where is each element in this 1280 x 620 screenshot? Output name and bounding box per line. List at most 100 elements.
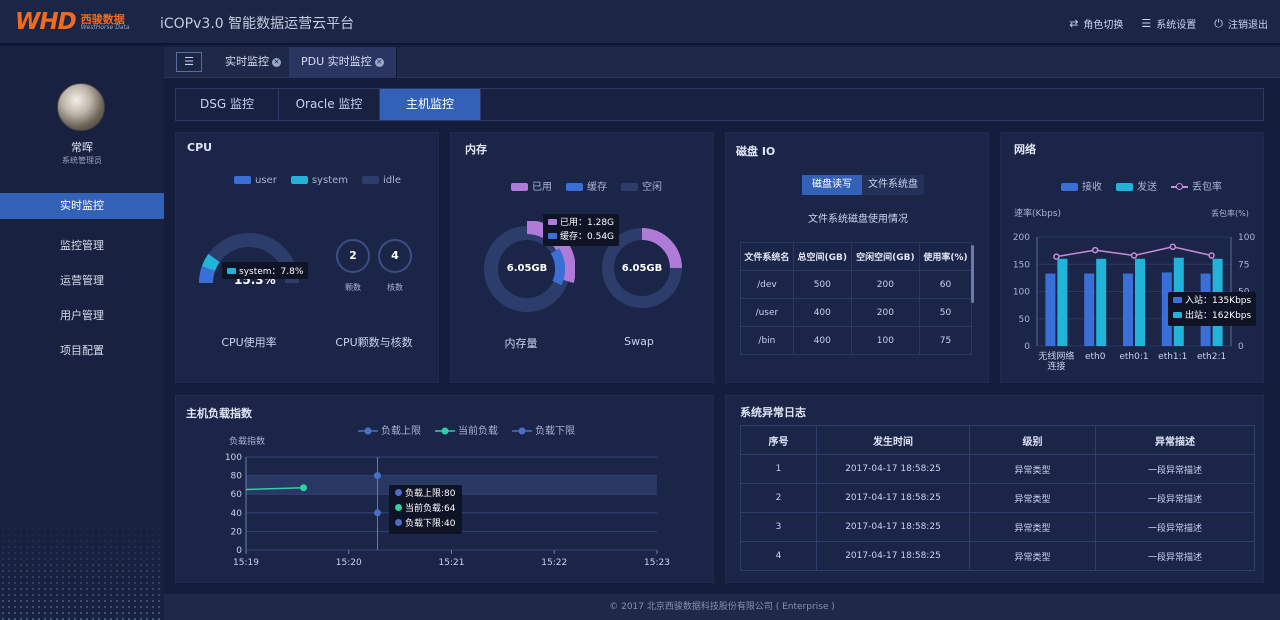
table-row[interactable]: 1 2017-04-17 18:58:25 异常类型 一段异常描述 [740, 454, 1255, 484]
y-tick-label: 0 [1024, 342, 1030, 352]
disk-table-header: 文件系统名 总空间(GB) 空闲空间(GB) 使用率(%) [740, 242, 972, 271]
subtab-dsg[interactable]: DSG 监控 [176, 89, 279, 120]
log-table: 序号 发生时间 级别 异常描述 1 2017-04-17 18:58:25 异常类型… [740, 425, 1255, 571]
logo-cn: 西骏数据 [80, 12, 125, 26]
tab-realtime[interactable]: 实时监控 ✕ [213, 47, 294, 78]
bar-send [1096, 258, 1107, 346]
bar-send [1135, 258, 1145, 346]
disk-tab-filesystem[interactable]: 文件系统盘 [862, 175, 924, 195]
logout-button[interactable]: ⏻ 注销退出 [1214, 16, 1268, 32]
menu-toggle-button[interactable]: ☰ [176, 52, 202, 72]
x-tick-label: 15:19 [233, 558, 259, 568]
disk-title: 磁盘 IO [736, 145, 776, 158]
packet-loss-point [1053, 253, 1060, 260]
y2-tick-label: 100 [1238, 233, 1255, 243]
packet-loss-point [1130, 252, 1138, 259]
y-tick-label: 40 [231, 509, 243, 519]
log-table-header: 序号 发生时间 级别 异常描述 [740, 425, 1255, 455]
sidebar-item-project-config[interactable]: 项目配置 [0, 338, 164, 364]
packet-loss-point [1091, 246, 1099, 254]
logo: WHD 西骏数据 WestHorse Data [15, 9, 130, 35]
table-row[interactable]: /dev 500 200 60 [740, 270, 972, 299]
x-tick-label: eth0:1 [1119, 352, 1148, 362]
y-tick-label: 200 [1013, 233, 1030, 243]
x-tick-label: 15:21 [439, 558, 465, 568]
swap-center-value: 6.05GB [621, 263, 663, 274]
swap-icon: ⇄ [1069, 17, 1079, 30]
settings-icon: ☰ [1141, 17, 1152, 30]
table-row[interactable]: 2 2017-04-17 18:58:25 异常类型 一段异常描述 [740, 483, 1255, 513]
y-tick-label: 100 [225, 453, 242, 463]
memory-center-value: 6.05GB [506, 263, 548, 274]
log-panel: 系统异常日志 序号 发生时间 级别 异常描述 1 2017-04-17 18:58… [725, 395, 1264, 583]
network-ylabel: 速率(Kbps) [1014, 207, 1061, 219]
switch-role-button[interactable]: ⇄ 角色切换 [1069, 16, 1123, 31]
col-total: 总空间(GB) [792, 242, 852, 271]
disk-table-scrollbar[interactable] [971, 245, 974, 303]
network-panel: 网络 接收 发送 丢包率 速率(Kbps) 丢包率(%) 0 50 100 150 200 0… [1000, 132, 1264, 383]
bar-send [1057, 258, 1068, 346]
legend-receive[interactable]: 接收 [1061, 178, 1102, 193]
col-index: 序号 [740, 425, 817, 455]
settings-button[interactable]: ☰ 系统设置 [1141, 16, 1196, 31]
load-tooltip: 负载上限:80 当前负载:64 负载下限:40 [389, 485, 462, 534]
legend-cache[interactable]: 缓存 [566, 178, 607, 193]
legend-used[interactable]: 已用 [511, 178, 552, 193]
y-tick-label: 60 [231, 490, 243, 500]
subtab-oracle[interactable]: Oracle 监控 [279, 89, 380, 120]
x-tick-label: 15:23 [644, 558, 670, 568]
cpu-title: CPU [187, 141, 213, 154]
sidebar-item-monitor-mgmt[interactable]: 监控管理 [0, 233, 164, 259]
memory-legend: 已用 缓存 空闲 [511, 178, 662, 193]
y-tick-label: 100 [1013, 288, 1030, 298]
table-row[interactable]: /bin 400 100 75 [740, 326, 972, 355]
cpu-cores-circle: 4 [378, 239, 412, 273]
bar-receive [1084, 273, 1095, 346]
user-name: 常晖 [71, 141, 93, 154]
legend-free[interactable]: 空闲 [621, 178, 662, 193]
x-tick-label: 无线网络 [1038, 350, 1074, 362]
close-icon[interactable]: ✕ [374, 57, 384, 67]
disk-subtitle: 文件系统磁盘使用情况 [808, 214, 908, 225]
user-role: 系统管理员 [62, 156, 102, 165]
tab-pdu-realtime[interactable]: PDU 实时监控 ✕ [289, 47, 397, 78]
avatar[interactable] [57, 83, 105, 131]
disk-tab-readwrite[interactable]: 磁盘读写 [802, 175, 862, 195]
legend-send[interactable]: 发送 [1116, 178, 1157, 193]
table-row[interactable]: /user 400 200 50 [740, 298, 972, 327]
disk-table: 文件系统名 总空间(GB) 空闲空间(GB) 使用率(%) /dev 500 200… [740, 242, 972, 355]
sidebar-item-realtime[interactable]: 实时监控 [0, 193, 164, 219]
cpu-cores-label: 核数 [387, 283, 403, 292]
load-ylabel: 负载指数 [229, 435, 265, 447]
packet-loss-point [1169, 243, 1177, 251]
sidebar-item-ops-mgmt[interactable]: 运营管理 [0, 268, 164, 294]
legend-system[interactable]: system [290, 175, 348, 186]
bar-receive [1123, 273, 1133, 346]
power-icon: ⏻ [1214, 16, 1223, 30]
y2-tick-label: 75 [1238, 260, 1249, 270]
logo-mark: WHD [15, 9, 77, 35]
col-time: 发生时间 [816, 425, 970, 455]
subtab-host[interactable]: 主机监控 [380, 89, 481, 120]
point-load-lower [374, 509, 382, 517]
close-icon[interactable]: ✕ [272, 57, 281, 67]
col-fs-name: 文件系统名 [740, 242, 794, 271]
tab-bar: ☰ 实时监控 ✕ PDU 实时监控 ✕ [164, 47, 1280, 78]
y-tick-label: 50 [1019, 315, 1031, 325]
log-title: 系统异常日志 [740, 406, 806, 419]
cpu-count-caption: CPU颗数与核数 [335, 336, 413, 349]
y2-tick-label: 0 [1238, 342, 1244, 352]
swap-caption: Swap [624, 335, 654, 348]
table-row[interactable]: 3 2017-04-17 18:58:25 异常类型 一段异常描述 [740, 512, 1255, 542]
legend-idle[interactable]: idle [361, 175, 401, 186]
table-row[interactable]: 4 2017-04-17 18:58:25 异常类型 一段异常描述 [740, 541, 1255, 571]
col-usage: 使用率(%) [919, 242, 972, 271]
legend-packet-loss[interactable]: 丢包率 [1171, 178, 1222, 193]
cpu-legend: user system idle [234, 175, 401, 186]
disk-io-panel: 磁盘 IO 磁盘读写 文件系统盘 文件系统磁盘使用情况 文件系统名 总空间(GB… [725, 132, 989, 383]
sidebar-item-user-mgmt[interactable]: 用户管理 [0, 303, 164, 329]
legend-user[interactable]: user [234, 175, 277, 186]
memory-panel: 内存 已用 缓存 空闲 6.05GB 6.05GB 已用：1.28G 缓存：0.… [450, 132, 714, 383]
x-tick-label: eth2:1 [1197, 352, 1226, 362]
bar-receive [1045, 273, 1056, 346]
